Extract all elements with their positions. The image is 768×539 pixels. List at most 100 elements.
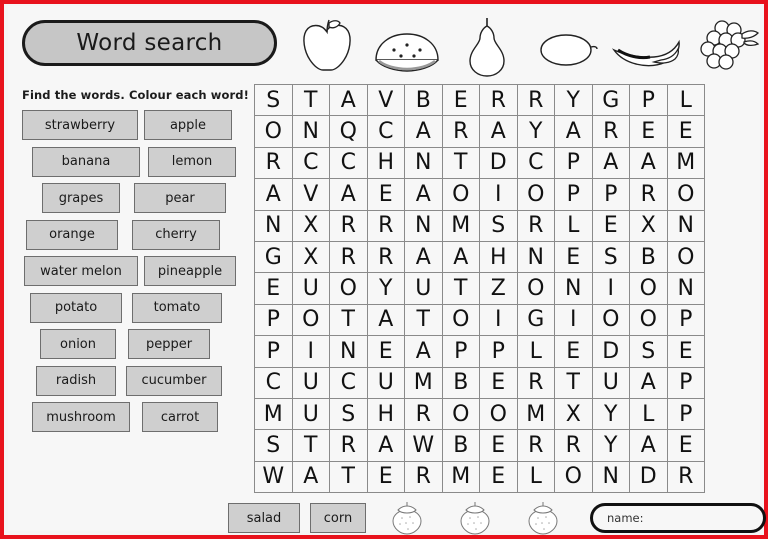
grid-cell[interactable]: P: [555, 179, 593, 211]
grid-cell[interactable]: S: [255, 430, 293, 462]
word-chip-lemon[interactable]: lemon: [148, 146, 236, 177]
grid-cell[interactable]: U: [292, 398, 330, 431]
grid-cell[interactable]: H: [367, 398, 405, 431]
grid-cell[interactable]: R: [630, 179, 668, 211]
grid-cell[interactable]: A: [555, 116, 593, 148]
grid-cell[interactable]: T: [292, 430, 330, 462]
grid-cell[interactable]: S: [592, 241, 630, 274]
grid-cell[interactable]: B: [405, 85, 443, 117]
grid-cell[interactable]: M: [442, 461, 480, 494]
grid-cell[interactable]: X: [555, 398, 593, 431]
grid-cell[interactable]: N: [292, 116, 330, 148]
word-chip-water-melon[interactable]: water melon: [24, 256, 138, 286]
grid-cell[interactable]: C: [517, 147, 555, 180]
grid-cell[interactable]: A: [367, 304, 405, 337]
grid-cell[interactable]: P: [592, 179, 630, 211]
grid-cell[interactable]: T: [442, 147, 480, 180]
grid-cell[interactable]: B: [630, 241, 668, 274]
grid-cell[interactable]: N: [592, 461, 630, 494]
grid-cell[interactable]: V: [292, 179, 330, 211]
grid-cell[interactable]: D: [592, 336, 630, 368]
grid-cell[interactable]: H: [480, 241, 518, 274]
grid-cell[interactable]: E: [480, 461, 518, 494]
grid-cell[interactable]: R: [330, 430, 368, 462]
grid-cell[interactable]: R: [592, 116, 630, 148]
grid-cell[interactable]: G: [592, 85, 630, 117]
grid-cell[interactable]: C: [292, 147, 330, 180]
grid-cell[interactable]: O: [255, 116, 293, 148]
word-chip-grapes[interactable]: grapes: [42, 183, 120, 213]
grid-cell[interactable]: S: [255, 85, 293, 117]
grid-cell[interactable]: O: [630, 273, 668, 305]
grid-cell[interactable]: R: [555, 430, 593, 462]
grid-cell[interactable]: Z: [480, 273, 518, 305]
grid-cell[interactable]: A: [405, 336, 443, 368]
grid-cell[interactable]: Q: [330, 116, 368, 148]
grid-cell[interactable]: T: [330, 304, 368, 337]
grid-cell[interactable]: A: [442, 241, 480, 274]
grid-cell[interactable]: G: [255, 241, 293, 274]
grid-cell[interactable]: C: [255, 367, 293, 399]
grid-cell[interactable]: G: [517, 304, 555, 337]
grid-cell[interactable]: A: [630, 430, 668, 462]
grid-cell[interactable]: R: [517, 430, 555, 462]
grid-cell[interactable]: R: [517, 210, 555, 242]
word-chip-corn[interactable]: corn: [310, 503, 366, 533]
grid-cell[interactable]: S: [480, 210, 518, 242]
grid-cell[interactable]: N: [330, 336, 368, 368]
grid-cell[interactable]: E: [480, 430, 518, 462]
grid-cell[interactable]: B: [442, 367, 480, 399]
grid-cell[interactable]: P: [667, 398, 705, 431]
grid-cell[interactable]: P: [442, 336, 480, 368]
grid-cell[interactable]: O: [667, 179, 705, 211]
grid-cell[interactable]: C: [367, 116, 405, 148]
grid-cell[interactable]: R: [255, 147, 293, 180]
word-chip-onion[interactable]: onion: [40, 329, 116, 359]
grid-cell[interactable]: A: [630, 147, 668, 180]
grid-cell[interactable]: I: [555, 304, 593, 337]
grid-cell[interactable]: I: [292, 336, 330, 368]
grid-cell[interactable]: T: [555, 367, 593, 399]
grid-cell[interactable]: H: [367, 147, 405, 180]
grid-cell[interactable]: O: [630, 304, 668, 337]
grid-cell[interactable]: X: [292, 241, 330, 274]
grid-cell[interactable]: D: [630, 461, 668, 494]
grid-cell[interactable]: U: [592, 367, 630, 399]
grid-cell[interactable]: P: [255, 336, 293, 368]
word-chip-orange[interactable]: orange: [26, 219, 118, 250]
grid-cell[interactable]: O: [555, 461, 593, 494]
grid-cell[interactable]: P: [630, 85, 668, 117]
grid-cell[interactable]: C: [330, 147, 368, 180]
grid-cell[interactable]: O: [292, 304, 330, 337]
grid-cell[interactable]: X: [630, 210, 668, 242]
grid-cell[interactable]: R: [480, 85, 518, 117]
grid-cell[interactable]: A: [405, 179, 443, 211]
grid-cell[interactable]: O: [592, 304, 630, 337]
grid-cell[interactable]: S: [330, 398, 368, 431]
grid-cell[interactable]: Y: [367, 273, 405, 305]
grid-cell[interactable]: E: [255, 273, 293, 305]
grid-cell[interactable]: E: [555, 336, 593, 368]
grid-cell[interactable]: O: [517, 179, 555, 211]
grid-cell[interactable]: N: [517, 241, 555, 274]
word-chip-radish[interactable]: radish: [36, 365, 116, 396]
grid-cell[interactable]: M: [667, 147, 705, 180]
grid-cell[interactable]: R: [517, 367, 555, 399]
grid-cell[interactable]: P: [667, 367, 705, 399]
word-chip-pear[interactable]: pear: [134, 183, 226, 213]
grid-cell[interactable]: Y: [592, 430, 630, 462]
grid-cell[interactable]: L: [517, 461, 555, 494]
grid-cell[interactable]: T: [442, 273, 480, 305]
grid-cell[interactable]: O: [442, 398, 480, 431]
grid-cell[interactable]: A: [592, 147, 630, 180]
grid-cell[interactable]: W: [405, 430, 443, 462]
grid-cell[interactable]: N: [405, 210, 443, 242]
grid-cell[interactable]: T: [330, 461, 368, 494]
grid-cell[interactable]: A: [292, 461, 330, 494]
grid-cell[interactable]: N: [667, 210, 705, 242]
grid-cell[interactable]: R: [367, 241, 405, 274]
grid-cell[interactable]: U: [405, 273, 443, 305]
grid-cell[interactable]: A: [330, 179, 368, 211]
word-chip-potato[interactable]: potato: [30, 292, 122, 323]
grid-cell[interactable]: D: [480, 147, 518, 180]
